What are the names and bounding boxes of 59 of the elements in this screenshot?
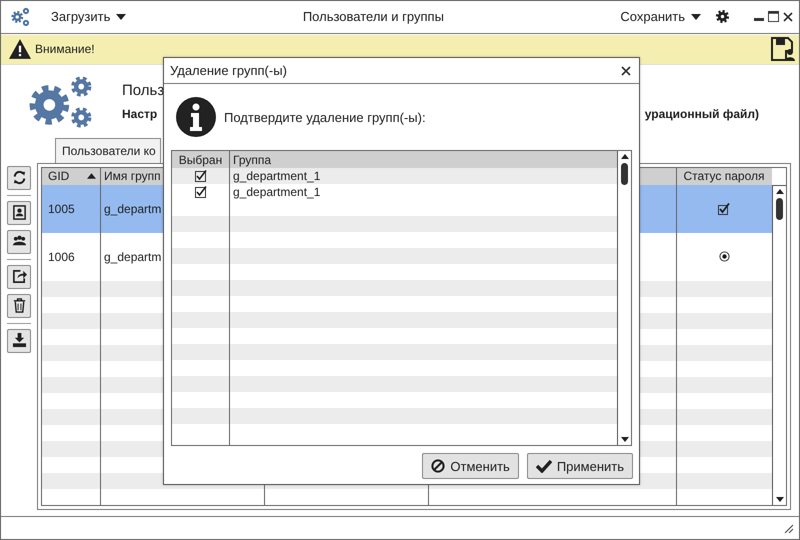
- refresh-icon: [12, 170, 26, 186]
- table-cell: g_departm: [104, 250, 162, 264]
- checkbox[interactable]: [194, 186, 206, 198]
- cancel-icon: [431, 459, 446, 473]
- contact-card-icon: [12, 205, 26, 220]
- info-icon: [176, 97, 216, 137]
- close-icon[interactable]: [783, 12, 793, 22]
- column-header[interactable]: Группа: [229, 151, 617, 168]
- page-subtitle: Настр: [122, 107, 158, 122]
- save-menu[interactable]: Сохранить: [620, 9, 701, 24]
- trash-button[interactable]: [7, 294, 31, 318]
- resize-grip-icon[interactable]: [783, 523, 793, 533]
- warning-text: Внимание!: [35, 42, 96, 56]
- checkmark-icon: [536, 459, 552, 473]
- column-header[interactable]: Выбран: [172, 151, 229, 168]
- checkbox[interactable]: [194, 170, 206, 182]
- cancel-button[interactable]: Отменить: [422, 453, 519, 479]
- users-group-button[interactable]: [7, 230, 31, 254]
- scrollbar[interactable]: [772, 184, 786, 505]
- gears-icon: [9, 6, 31, 28]
- apply-button[interactable]: Применить: [526, 453, 633, 479]
- trash-icon: [12, 298, 26, 314]
- scroll-up-icon[interactable]: [620, 154, 628, 159]
- table-cell-text: g_department_1: [232, 184, 322, 200]
- table-cell-text: g_department_1: [232, 168, 322, 184]
- settings-icon[interactable]: [715, 9, 730, 24]
- page-title: Польз: [122, 82, 166, 100]
- table-row[interactable]: 1006 g_departm: [42, 232, 772, 281]
- column-header[interactable]: Статус пароля: [676, 168, 772, 185]
- warning-icon: [9, 39, 31, 60]
- caret-icon: [691, 14, 701, 20]
- column-header[interactable]: GID: [42, 168, 100, 185]
- checkbox-icon: [718, 202, 730, 215]
- scrollbar[interactable]: [617, 151, 631, 445]
- tab[interactable]: Пользователи ко: [55, 138, 161, 164]
- sort-ascending-icon: [87, 173, 96, 180]
- close-icon[interactable]: [621, 66, 631, 76]
- refresh-button[interactable]: [7, 166, 31, 190]
- load-menu[interactable]: Загрузить: [51, 9, 126, 24]
- dialog-title: Удаление групп(-ы): [170, 63, 287, 78]
- contact-card-button[interactable]: [7, 200, 31, 225]
- maximize-icon[interactable]: [768, 11, 779, 22]
- table-cell-text: 1006: [47, 248, 76, 266]
- download-button[interactable]: [7, 328, 31, 353]
- save-user-icon[interactable]: [771, 37, 795, 62]
- table-cell-text: 1005: [47, 200, 76, 218]
- scroll-thumb[interactable]: [621, 163, 628, 185]
- share-button[interactable]: [7, 264, 31, 289]
- radio-icon: [718, 251, 730, 262]
- table-cell: g_departm: [104, 202, 162, 216]
- caret-icon: [116, 14, 126, 20]
- scroll-up-icon[interactable]: [776, 188, 784, 194]
- share-icon: [12, 269, 26, 284]
- page-subtitle: урационный файл): [644, 107, 759, 122]
- download-icon: [12, 333, 26, 348]
- window-title: Пользователи и группы: [302, 9, 445, 24]
- dialog-message: Подтвердите удаление групп(-ы):: [224, 110, 426, 124]
- scroll-thumb[interactable]: [776, 198, 783, 220]
- scroll-down-icon[interactable]: [776, 496, 784, 502]
